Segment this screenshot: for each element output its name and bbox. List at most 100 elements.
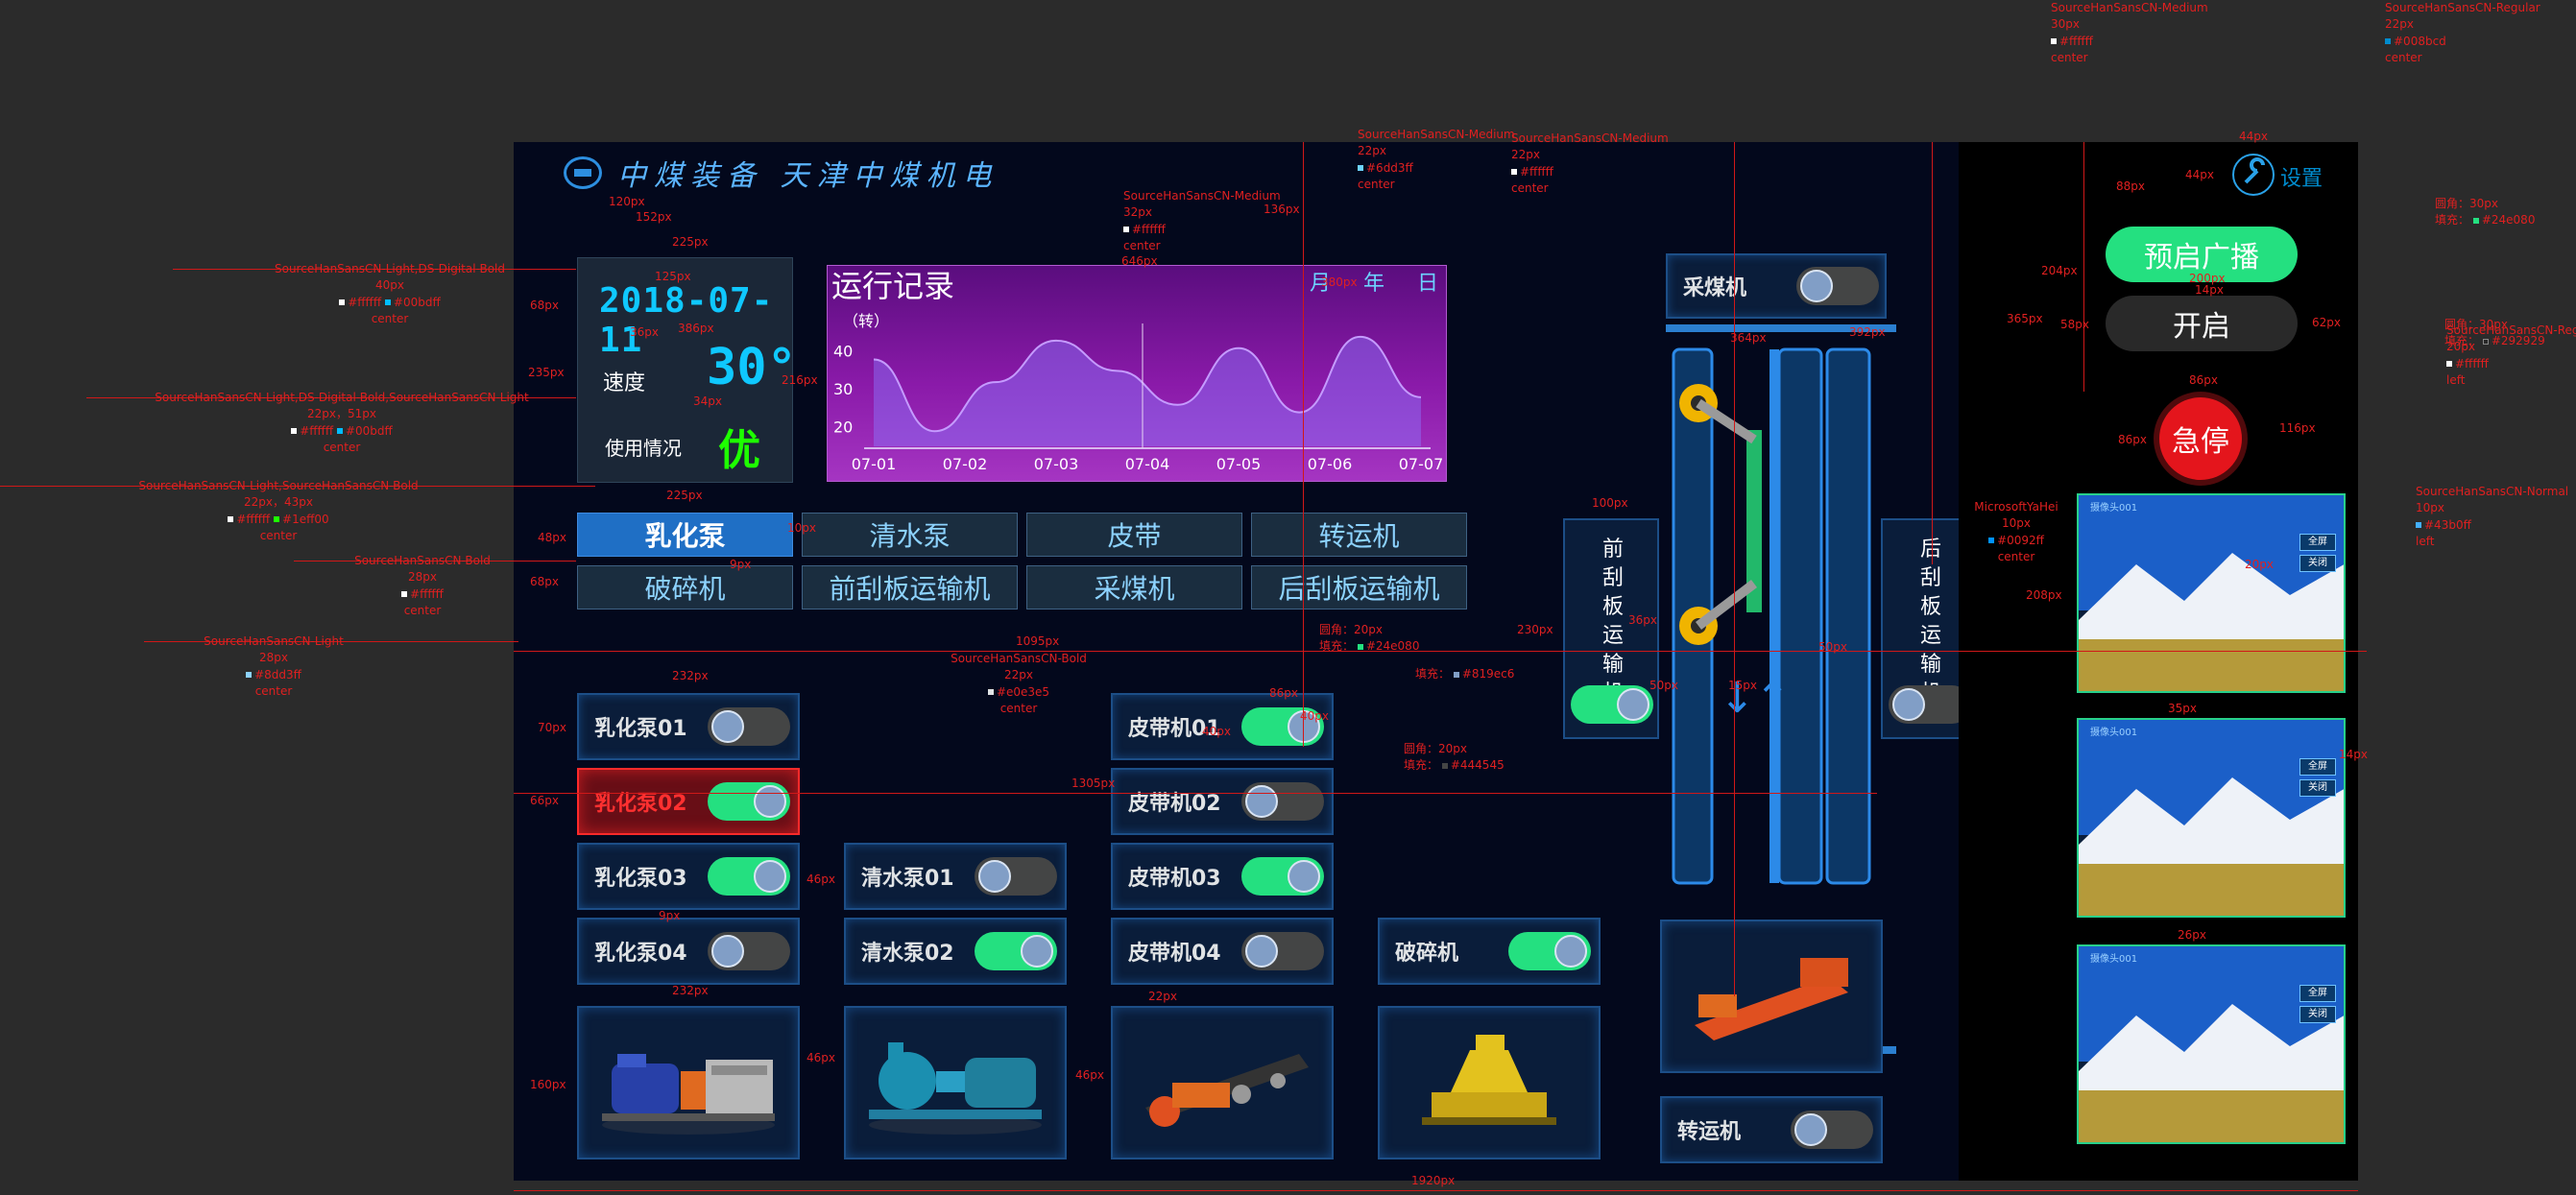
device-card-belt-02: 皮带机02	[1111, 768, 1334, 835]
spec-device-name: SourceHanSansCN-Bold 22px #e0e3e5 center	[951, 652, 1087, 716]
device-toggle[interactable]	[1796, 267, 1879, 305]
chart-plot: 40 30 20 07-01 07-02 07-03 07-04 07-05 07-06 07-0…	[833, 323, 1443, 473]
dimension-label: 15px	[1728, 679, 1757, 692]
toggle-knob	[1245, 935, 1278, 968]
tab-transfer[interactable]: 转运机	[1251, 513, 1467, 557]
dimension-label: 20px	[2245, 558, 2274, 571]
tab-front-conveyor[interactable]: 前刮板运输机	[802, 565, 1018, 609]
dimension-label: 225px	[672, 235, 709, 249]
front-conveyor-toggle[interactable]	[1571, 685, 1653, 724]
camera-close-button[interactable]: 关闭	[2299, 555, 2336, 572]
run-record-chart: 运行记录 月 年 日 （转） 40 30 20 07-01 07-02 07-03 07-0…	[827, 265, 1447, 482]
dimension-label: 46px	[807, 872, 835, 886]
emergency-stop-button[interactable]: 急停	[2159, 397, 2242, 480]
device-name: 乳化泵01	[594, 717, 687, 741]
camera-fullscreen-button[interactable]: 全屏	[2299, 758, 2336, 776]
tab-emulsion-pump[interactable]: 乳化泵	[577, 513, 793, 557]
x-tick-label: 07-06	[1308, 455, 1353, 473]
settings-label[interactable]: 设置	[2280, 161, 2323, 192]
device-toggle[interactable]	[708, 932, 790, 970]
device-toggle[interactable]	[1508, 932, 1591, 970]
tab-water-pump[interactable]: 清水泵	[802, 513, 1018, 557]
device-toggle[interactable]	[708, 857, 790, 896]
device-toggle[interactable]	[708, 707, 790, 746]
emulsion-pump-image	[577, 1006, 800, 1159]
spec-active-tab: SourceHanSansCN-Bold 28px #ffffff center	[354, 554, 491, 618]
toggle-knob	[978, 860, 1011, 893]
annotation-line	[514, 651, 2367, 652]
device-toggle[interactable]	[1791, 1111, 1873, 1149]
transfer-machine-icon	[1695, 958, 1848, 1040]
dimension-label: 34px	[693, 394, 722, 408]
device-card-belt-04: 皮带机04	[1111, 918, 1334, 985]
dimension-label: 36px	[1628, 613, 1657, 627]
toggle-knob	[1794, 1113, 1827, 1146]
device-toggle[interactable]	[1241, 857, 1324, 896]
dimension-label: 1095px	[1016, 634, 1060, 648]
dimension-label: 40px	[1202, 725, 1231, 738]
tab-rear-conveyor[interactable]: 后刮板运输机	[1251, 565, 1467, 609]
spec-camera-title: SourceHanSansCN-Normal 10px #43b0ff left	[2416, 485, 2569, 549]
tab-belt[interactable]: 皮带	[1026, 513, 1242, 557]
dimension-label: 365px	[2007, 312, 2043, 325]
camera-feed-3[interactable]: 摄像头001 全屏 关闭	[2077, 944, 2346, 1144]
toggle-knob	[711, 710, 744, 743]
dimension-label: 36px	[630, 325, 659, 339]
annotation-line	[1734, 142, 1735, 996]
dimension-label: 68px	[530, 299, 559, 312]
dashboard-panel: 中煤装备 天津中煤机电 2018-07-11 速度 30° 使用情况 优 运行记…	[514, 142, 2358, 1181]
settings-button[interactable]	[2232, 154, 2275, 196]
tab-crusher[interactable]: 破碎机	[577, 565, 793, 609]
spec-camera-button: MicrosoftYaHei 10px #0092ff center	[1974, 500, 2058, 564]
dimension-label: 646px	[1121, 254, 1158, 268]
device-name: 皮带机04	[1128, 942, 1221, 966]
pump-icon	[602, 1054, 775, 1135]
dimension-label: 86px	[2118, 433, 2147, 446]
dimension-label: 125px	[655, 270, 691, 283]
dimension-label: 22px	[1148, 990, 1177, 1003]
device-name: 清水泵01	[861, 867, 954, 891]
mountain-landscape-image	[2079, 720, 2344, 916]
x-tick-label: 07-02	[943, 455, 988, 473]
belt-image	[1111, 1006, 1334, 1159]
camera-fullscreen-button[interactable]: 全屏	[2299, 985, 2336, 1002]
camera-close-button[interactable]: 关闭	[2299, 1006, 2336, 1023]
dimension-label: 100px	[1592, 496, 1628, 510]
speed-label: 速度	[603, 371, 646, 395]
device-toggle[interactable]	[708, 782, 790, 821]
camera-title: 摄像头001	[2090, 954, 2138, 965]
dimension-label: 66px	[530, 794, 559, 807]
toggle-knob	[1892, 688, 1925, 721]
dimension-label: 46px	[807, 1051, 835, 1064]
tab-shearer[interactable]: 采煤机	[1026, 565, 1242, 609]
brand-header: 中煤装备 天津中煤机电	[564, 152, 999, 194]
device-toggle[interactable]	[975, 932, 1057, 970]
dimension-label: 50px	[1649, 679, 1678, 692]
start-button[interactable]: 开启	[2106, 296, 2298, 351]
spec-settings: SourceHanSansCN-Regular 22px #008bcd center	[2385, 1, 2540, 65]
device-toggle[interactable]	[1241, 782, 1324, 821]
annotation-line	[514, 793, 1877, 794]
device-name: 乳化泵03	[594, 867, 687, 891]
spec-tab: SourceHanSansCN-Light 28px #8dd3ff center	[204, 634, 344, 699]
spec-broadcast: SourceHanSansCN-Medium 30px #ffffff center	[2051, 1, 2208, 65]
dimension-label: 386px	[678, 322, 714, 335]
device-card-crusher: 破碎机	[1378, 918, 1601, 985]
crusher-image	[1378, 1006, 1601, 1159]
camera-feed-2[interactable]: 摄像头001 全屏 关闭	[2077, 718, 2346, 918]
dimension-label: 136px	[1264, 203, 1300, 216]
water-pump-icon	[869, 1042, 1042, 1135]
camera-close-button[interactable]: 关闭	[2299, 779, 2336, 797]
spec-broadcast-fill: 圆角：30px 填充： #24e080	[2435, 197, 2536, 227]
toggle-knob	[1800, 270, 1833, 302]
dimension-label: 35px	[2168, 702, 2197, 715]
dimension-label: 46px	[1075, 1068, 1104, 1082]
device-card-belt-03: 皮带机03	[1111, 843, 1334, 910]
camera-feed-1[interactable]: 摄像头001 全屏 关闭	[2077, 493, 2346, 693]
camera-fullscreen-button[interactable]: 全屏	[2299, 534, 2336, 551]
device-toggle[interactable]	[975, 857, 1057, 896]
dimension-label: 230px	[1517, 623, 1553, 636]
device-toggle[interactable]	[1241, 932, 1324, 970]
y-tick-label: 40	[833, 343, 853, 361]
toggle-knob	[754, 785, 786, 818]
